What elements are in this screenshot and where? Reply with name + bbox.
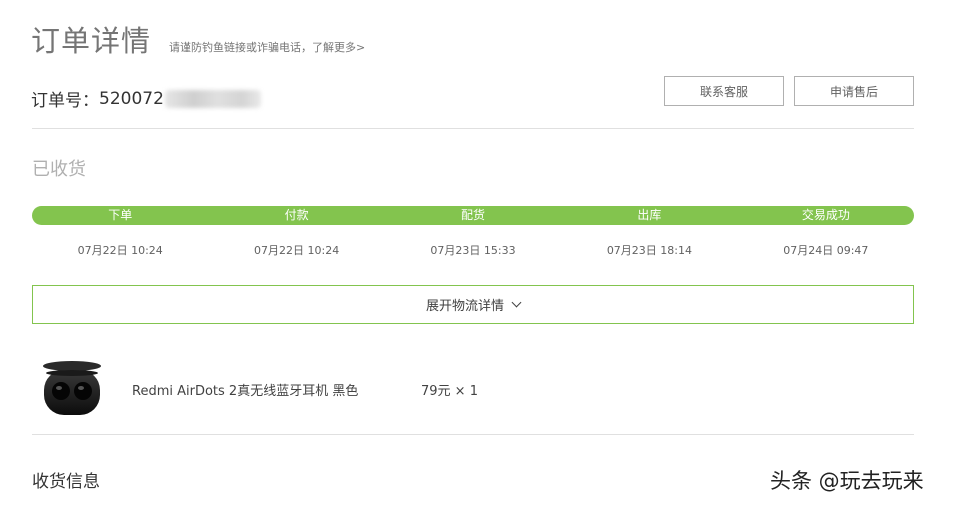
step-time-order: 07月22日 10:24 bbox=[77, 244, 163, 257]
step-label-shipped: 出库 bbox=[637, 208, 662, 222]
watermark: 头条 @玩去玩来 bbox=[770, 469, 924, 493]
order-status: 已收货 bbox=[32, 159, 86, 180]
order-number: 520072 bbox=[99, 88, 164, 109]
step-label-payment: 付款 bbox=[284, 208, 309, 222]
step-time-picking: 07月23日 15:33 bbox=[430, 244, 516, 257]
product-name[interactable]: Redmi AirDots 2真无线蓝牙耳机 黑色 bbox=[132, 380, 358, 399]
step-label-order: 下单 bbox=[108, 208, 133, 222]
step-time-payment: 07月22日 10:24 bbox=[254, 244, 340, 257]
product-price: 79元 × 1 bbox=[421, 384, 478, 399]
expand-logistics-button[interactable]: 展开物流详情 bbox=[32, 285, 914, 324]
step-time-shipped: 07月23日 18:14 bbox=[606, 244, 693, 257]
product-image[interactable] bbox=[38, 358, 106, 418]
shipping-info-title: 收货信息 bbox=[32, 472, 100, 492]
after-sale-button[interactable]: 申请售后 bbox=[794, 76, 914, 106]
order-number-label: 订单号： bbox=[31, 91, 99, 111]
page-header: 订单详情 请谨防钓鱼链接或诈骗电话，了解更多> bbox=[31, 18, 365, 60]
fraud-notice-text: 请谨防钓鱼链接或诈骗电话， bbox=[169, 41, 313, 54]
expand-logistics-label: 展开物流详情 bbox=[425, 299, 504, 314]
step-label-complete: 交易成功 bbox=[801, 208, 850, 222]
step-time-complete: 07月24日 09:47 bbox=[783, 244, 869, 257]
order-number-redacted bbox=[164, 89, 261, 108]
order-progress-times: 07月22日 10:24 07月22日 10:24 07月23日 15:33 0… bbox=[32, 242, 914, 258]
step-label-picking: 配货 bbox=[461, 208, 486, 222]
page-title: 订单详情 bbox=[31, 24, 152, 58]
chevron-down-icon bbox=[511, 297, 522, 308]
order-number-row: 订单号： 520072 bbox=[31, 86, 261, 111]
contact-service-button[interactable]: 联系客服 bbox=[664, 76, 784, 106]
divider bbox=[32, 434, 914, 435]
divider bbox=[32, 128, 914, 129]
order-progress-bar: 下单 付款 配货 出库 交易成功 bbox=[32, 206, 914, 225]
fraud-notice: 请谨防钓鱼链接或诈骗电话，了解更多> bbox=[169, 39, 365, 55]
learn-more-link[interactable]: 了解更多> bbox=[312, 41, 365, 54]
